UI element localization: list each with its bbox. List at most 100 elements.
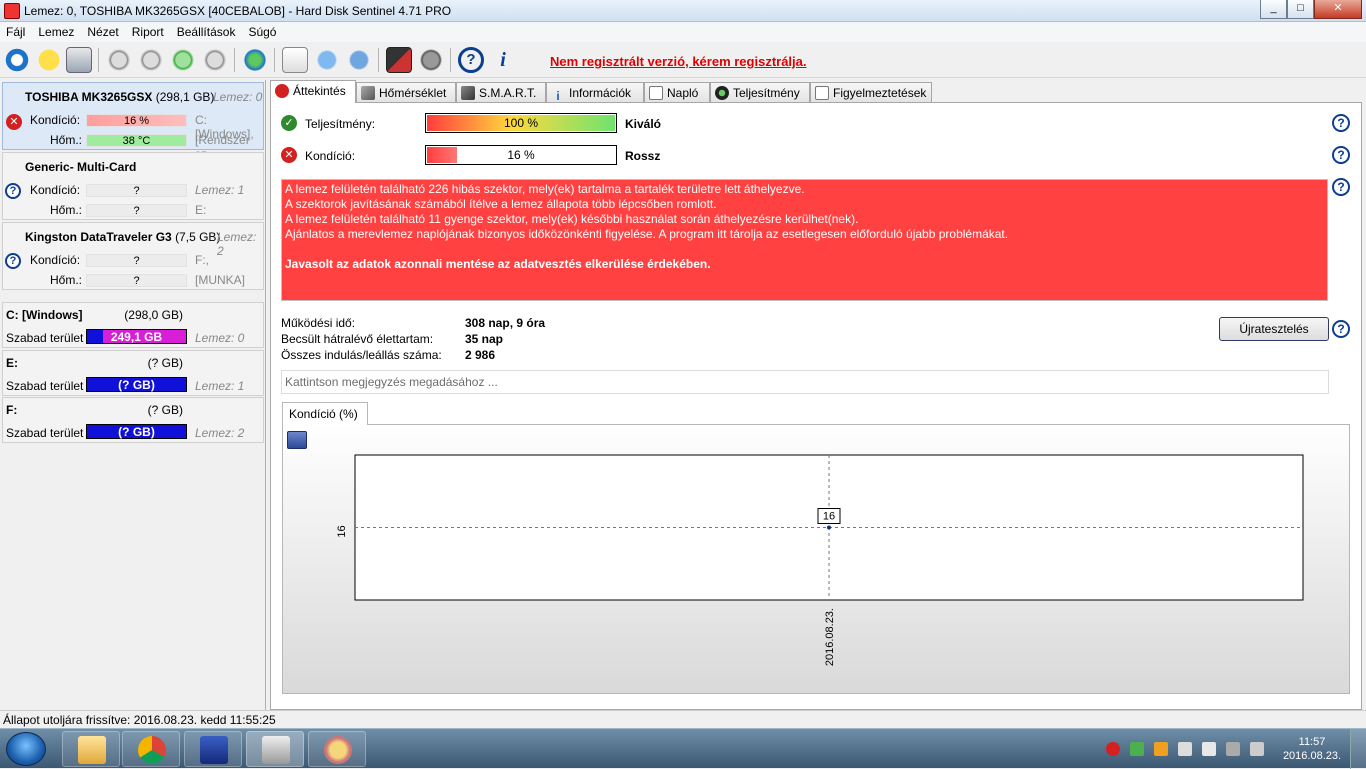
globe-icon[interactable] xyxy=(242,47,268,73)
network-tray-icon[interactable] xyxy=(1226,742,1240,756)
disk-index: Lemez: 1 xyxy=(195,183,245,197)
alerts-icon xyxy=(815,86,829,100)
health-rating: Rossz xyxy=(625,149,661,163)
clock-time: 11:57 xyxy=(1298,736,1326,748)
taskbar-save-app[interactable] xyxy=(184,731,242,767)
title-bar: Lemez: 0, TOSHIBA MK3265GSX [40CEBALOB] … xyxy=(0,0,1366,22)
volume-item-e[interactable]: E: (? GB) Szabad terület (? GB) Lemez: 1 xyxy=(2,350,264,396)
taskbar-explorer[interactable] xyxy=(62,731,120,767)
disk-item-0[interactable]: TOSHIBA MK3265GSX (298,1 GB) Lemez: 0 ✕ … xyxy=(2,82,264,161)
taskbar: 11:57 2016.08.23. xyxy=(0,728,1366,769)
floppy-icon xyxy=(200,736,228,764)
toolbar: ? i Nem regisztrált verzió, kérem regisz… xyxy=(0,42,1366,78)
warning-icon[interactable] xyxy=(36,47,62,73)
health-bar: 16 % xyxy=(86,114,187,127)
volume-disk: Lemez: 0 xyxy=(195,331,245,345)
disk-surface-icon[interactable] xyxy=(138,47,164,73)
volume-name: F: xyxy=(6,403,18,417)
volume-item-c[interactable]: C: [Windows] (298,0 GB) Szabad terület 2… xyxy=(2,302,264,348)
about-icon[interactable]: i xyxy=(490,47,516,73)
error-icon xyxy=(275,84,289,98)
tab-smart[interactable]: S.M.A.R.T. xyxy=(456,82,546,102)
menu-bar: Fájl Lemez Nézet Riport Beállítások Súgó xyxy=(0,22,1366,42)
menu-report[interactable]: Riport xyxy=(126,22,171,39)
chart-svg: 16 2016.08.23. 16 xyxy=(336,454,1304,666)
y-tick-label: 16 xyxy=(336,525,348,537)
disk-panel: TOSHIBA MK3265GSX (298,1 GB) Lemez: 0 ✕ … xyxy=(0,80,266,710)
disk-size: (7,5 GB) xyxy=(175,230,221,244)
sound-icon[interactable] xyxy=(418,47,444,73)
menu-view[interactable]: Nézet xyxy=(81,22,125,39)
disk-ok-icon[interactable] xyxy=(170,47,196,73)
temp-label: Hőm.: xyxy=(50,273,83,287)
tab-bar: Áttekintés Hőmérséklet S.M.A.R.T. i Infor… xyxy=(270,80,1362,103)
volume-item-f[interactable]: F: (? GB) Szabad terület (? GB) Lemez: 2 xyxy=(2,397,264,443)
paint-icon xyxy=(324,736,352,764)
action-center-icon[interactable] xyxy=(1178,742,1192,756)
tab-temperature[interactable]: Hőmérséklet xyxy=(356,82,456,102)
taskbar-paint[interactable] xyxy=(308,731,366,767)
free-space-label: Szabad terület xyxy=(6,379,84,393)
tab-log[interactable]: Napló xyxy=(644,82,710,102)
start-stop-label: Összes indulás/leállás száma: xyxy=(281,348,442,362)
menu-file[interactable]: Fájl xyxy=(0,22,32,39)
info-icon: i xyxy=(556,89,560,103)
volume-size: (? GB) xyxy=(147,403,183,417)
temp-label: Hőm.: xyxy=(50,203,83,217)
register-link[interactable]: Nem regisztrált verzió, kérem regisztrál… xyxy=(550,54,807,69)
taskbar-chrome[interactable] xyxy=(122,731,180,767)
chrome-icon xyxy=(138,736,166,764)
minimize-button[interactable]: _ xyxy=(1260,0,1287,19)
x-tick-label: 2016.08.23. xyxy=(824,608,836,666)
disk-tools-icon[interactable] xyxy=(202,47,228,73)
help-icon[interactable]: ? xyxy=(1332,178,1350,196)
maximize-button[interactable]: □ xyxy=(1287,0,1314,19)
disk-item-1[interactable]: Generic- Multi-Card ? Kondíció: ? Lemez:… xyxy=(2,152,264,220)
menu-disk[interactable]: Lemez xyxy=(32,22,81,39)
status-bar: Állapot utoljára frissítve: 2016.08.23. … xyxy=(0,710,1366,728)
disk-index: Lemez: 0 xyxy=(213,90,263,104)
clock[interactable]: 11:57 2016.08.23. xyxy=(1280,735,1344,763)
free-space-label: Szabad terület xyxy=(6,331,84,345)
menu-help[interactable]: Súgó xyxy=(242,22,283,39)
disk-test-icon[interactable] xyxy=(106,47,132,73)
tab-alerts[interactable]: Figyelmeztetések xyxy=(810,82,932,102)
refresh-icon[interactable] xyxy=(4,47,30,73)
uptime-value: 308 nap, 9 óra xyxy=(465,316,546,330)
help-icon[interactable]: ? xyxy=(1332,114,1350,132)
tab-performance[interactable]: Teljesítmény xyxy=(710,82,810,102)
chart-tab-health[interactable]: Kondíció (%) xyxy=(282,402,368,425)
network-icon[interactable] xyxy=(346,47,372,73)
volume-name: E: xyxy=(6,356,18,370)
help-icon[interactable]: ? xyxy=(1332,146,1350,164)
volume-size: (298,0 GB) xyxy=(124,308,183,322)
menu-settings[interactable]: Beállítások xyxy=(171,22,243,39)
alert-line: Ajánlatos a merevlemez naplójának bizony… xyxy=(285,227,1009,241)
tab-overview[interactable]: Áttekintés xyxy=(270,80,356,103)
disk-item-2[interactable]: Kingston DataTraveler G3 (7,5 GB) Lemez:… xyxy=(2,222,264,290)
report-icon[interactable] xyxy=(282,47,308,73)
alerts-settings-icon[interactable] xyxy=(386,47,412,73)
alert-recommendation: Javasolt az adatok azonnali mentése az a… xyxy=(285,257,711,271)
tab-information[interactable]: i Információk xyxy=(546,82,644,103)
volume-disk: Lemez: 2 xyxy=(195,426,245,440)
help-icon[interactable]: ? xyxy=(1332,320,1350,338)
retest-button[interactable]: Újratesztelés xyxy=(1219,317,1329,341)
device-tray-icon[interactable] xyxy=(1202,742,1216,756)
volume-icon[interactable] xyxy=(1250,742,1264,756)
start-button[interactable] xyxy=(6,732,46,766)
send-report-icon[interactable] xyxy=(314,47,340,73)
note-input[interactable]: Kattintson megjegyzés megadásához ... xyxy=(281,370,1329,394)
taskbar-hdsentinel[interactable] xyxy=(246,731,304,767)
update-tray-icon[interactable] xyxy=(1154,742,1168,756)
hdsentinel-tray-icon[interactable] xyxy=(1106,742,1120,756)
help-icon[interactable]: ? xyxy=(458,47,484,73)
disk-partitions-2: [MUNKA] xyxy=(195,273,246,287)
show-desktop-button[interactable] xyxy=(1350,729,1366,769)
security-tray-icon[interactable] xyxy=(1130,742,1144,756)
disk-info-icon[interactable] xyxy=(66,47,92,73)
health-bar: 16 % xyxy=(425,145,617,165)
close-button[interactable]: ✕ xyxy=(1314,0,1362,19)
thermometer-icon xyxy=(361,86,375,100)
health-label: Kondíció: xyxy=(30,253,81,267)
